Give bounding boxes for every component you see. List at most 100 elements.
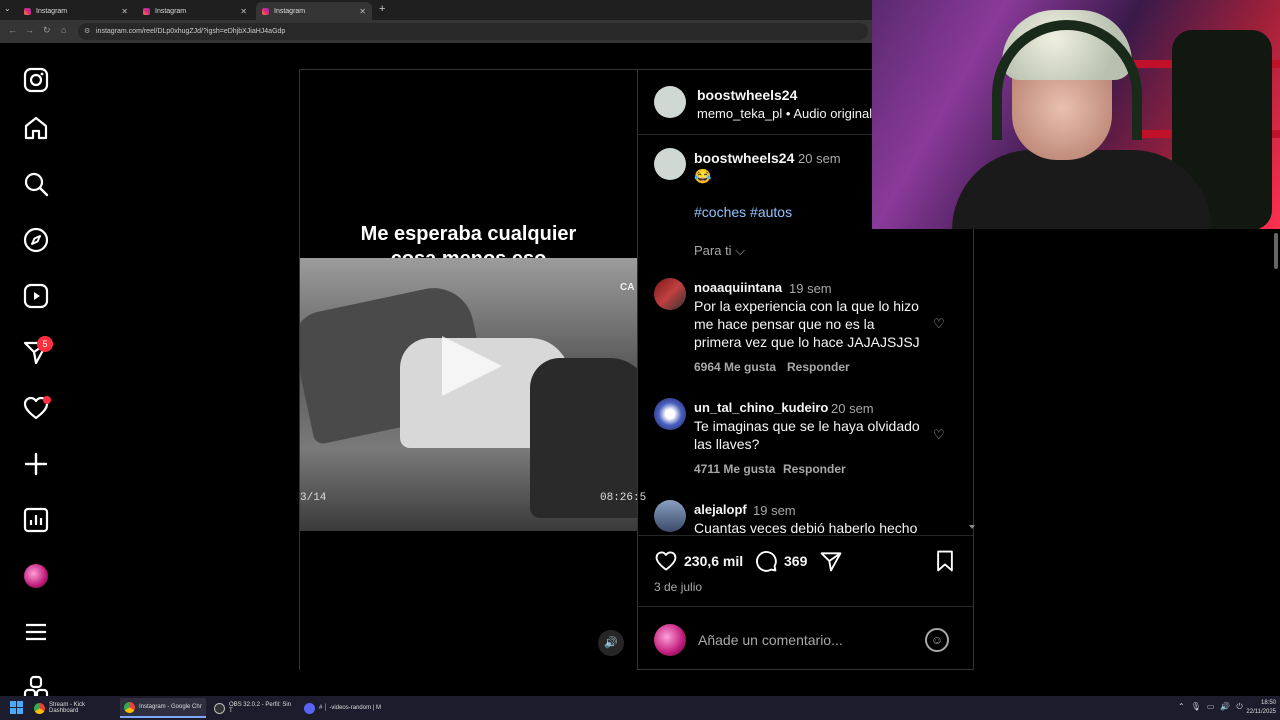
reels-icon[interactable]: [22, 282, 50, 310]
home-icon[interactable]: ⌂: [61, 25, 66, 35]
video-sign-text: CA: [620, 282, 635, 293]
para-ti-label: Para ti: [694, 243, 732, 258]
page-scrollbar-thumb[interactable]: [1274, 233, 1278, 269]
audio-user[interactable]: memo_teka_pl: [697, 106, 782, 121]
video-camera-stamp: 3/14: [300, 492, 327, 504]
browser-tab-active[interactable]: Instagram ✕: [256, 2, 372, 20]
more-menu-icon[interactable]: [22, 618, 50, 646]
dashboard-chart-icon[interactable]: [22, 506, 50, 534]
post-date[interactable]: 3 de julio: [654, 580, 702, 594]
comment-time: 20 sem: [831, 401, 874, 416]
close-tab-icon[interactable]: ✕: [121, 7, 128, 16]
emoji-picker-icon[interactable]: ☺: [925, 628, 949, 652]
comment-input-divider: [638, 606, 973, 607]
comments-count[interactable]: 369: [784, 553, 807, 569]
home-icon[interactable]: [22, 114, 50, 142]
chrome-icon: [34, 702, 45, 714]
comment-likes[interactable]: 4711 Me gusta: [694, 462, 775, 476]
tab-title: Instagram: [274, 7, 306, 15]
back-icon[interactable]: ←: [8, 25, 17, 35]
caption-emoji: 😂: [694, 168, 712, 184]
caption-time: 20 sem: [798, 151, 841, 166]
profile-avatar[interactable]: [24, 564, 48, 588]
windows-taskbar: Stream - Kick Dashboard Instagram - Goog…: [0, 696, 1280, 720]
video-camera-time: 08:26:5: [600, 492, 647, 504]
reload-icon[interactable]: ↻: [43, 25, 51, 36]
comment-likes[interactable]: 6964 Me gusta: [694, 360, 776, 374]
clock-date: 22/11/2025: [1246, 709, 1276, 715]
taskbar-item[interactable]: OBS 32.0.2 - Perfil: Sin T: [210, 698, 296, 718]
comment-time: 19 sem: [753, 503, 796, 518]
comment-text: Por la experiencia con la que lo hizo me…: [694, 298, 920, 350]
audio-line: memo_teka_pl • Audio original: [697, 106, 873, 121]
comment-time: 19 sem: [789, 281, 832, 296]
comment-avatar[interactable]: [654, 398, 686, 430]
create-plus-icon[interactable]: [22, 450, 50, 478]
comment-text: Te imaginas que se le haya olvidado las …: [694, 418, 920, 452]
address-bar: ← → ↻ ⌂ ⚙ instagram.com/reel/DLp0xhugZJd…: [0, 20, 872, 43]
chrome-icon: [124, 701, 135, 713]
video-caption-line: Me esperaba cualquier: [360, 223, 577, 245]
instagram-favicon-icon: [24, 7, 31, 15]
close-tab-icon[interactable]: ✕: [359, 7, 366, 16]
current-user-avatar: [654, 624, 686, 656]
messages-badge: 5: [37, 336, 53, 352]
caption-username[interactable]: boostwheels24: [694, 150, 794, 166]
taskbar-item-label: # │ -videos-random | M: [319, 705, 381, 711]
save-bookmark-icon[interactable]: [933, 549, 957, 573]
close-tab-icon[interactable]: ✕: [240, 7, 247, 16]
comment-reply-button[interactable]: Responder: [787, 360, 850, 374]
panel-divider: [637, 70, 638, 670]
author-username[interactable]: boostwheels24: [697, 87, 797, 103]
comment-like-icon[interactable]: ♡: [933, 316, 945, 332]
webcam-overlay: [872, 0, 1280, 229]
comment-avatar[interactable]: [654, 278, 686, 310]
scroll-down-arrow-icon[interactable]: [969, 525, 975, 529]
page-scrollbar[interactable]: [1272, 229, 1280, 696]
tab-title: Instagram: [36, 7, 68, 15]
instagram-favicon-icon: [143, 7, 150, 15]
forward-icon[interactable]: →: [25, 25, 34, 35]
site-info-icon[interactable]: ⚙: [84, 23, 90, 40]
comment-like-icon[interactable]: ♡: [933, 427, 945, 443]
instagram-logo-icon[interactable]: [22, 66, 50, 94]
browser-tab[interactable]: Instagram ✕: [137, 2, 253, 20]
author-avatar[interactable]: [654, 86, 686, 118]
chevron-down-icon: ⌵: [735, 243, 746, 258]
caption-avatar[interactable]: [654, 148, 686, 180]
comment-reply-button[interactable]: Responder: [783, 462, 846, 476]
caption-hashtags[interactable]: #coches #autos: [694, 204, 792, 220]
browser-tab-bar: ⌄ Instagram ✕ Instagram ✕ Instagram ✕ +: [0, 0, 872, 20]
play-icon[interactable]: [442, 336, 502, 396]
comments-scrollbar[interactable]: [966, 229, 975, 533]
system-clock[interactable]: 18:50 22/11/2025: [1246, 699, 1276, 717]
clock-time: 18:50: [1260, 700, 1276, 706]
taskbar-item[interactable]: Stream - Kick Dashboard: [30, 698, 116, 718]
comment-bubble-icon[interactable]: [754, 549, 778, 573]
system-tray-icons[interactable]: ⌃🎙▭🔊⏻: [1178, 702, 1249, 712]
like-heart-icon[interactable]: [654, 549, 678, 573]
search-icon[interactable]: [22, 170, 50, 198]
comment-text: Cuantas veces debió haberlo hecho: [694, 520, 918, 534]
new-tab-button[interactable]: +: [379, 3, 385, 15]
browser-tab[interactable]: Instagram ✕: [18, 2, 134, 20]
volume-icon[interactable]: 🔊: [598, 630, 624, 656]
add-comment-input[interactable]: Añade un comentario...: [698, 632, 843, 648]
audio-label[interactable]: Audio original: [793, 106, 872, 121]
explore-compass-icon[interactable]: [22, 226, 50, 254]
comment-username[interactable]: un_tal_chino_kudeiro: [694, 400, 828, 415]
likes-count[interactable]: 230,6 mil: [684, 553, 743, 569]
comment-username[interactable]: noaaquiintana: [694, 280, 782, 295]
url-field[interactable]: ⚙ instagram.com/reel/DLp0xhugZJd/?igsh=e…: [78, 23, 868, 40]
comment-username[interactable]: alejalopf: [694, 502, 747, 517]
share-send-icon[interactable]: [819, 549, 843, 573]
windows-start-icon[interactable]: [10, 701, 23, 714]
taskbar-item-active[interactable]: Instagram - Google Chr: [120, 698, 206, 718]
tab-title: Instagram: [155, 7, 187, 15]
para-ti-dropdown[interactable]: Para ti ⌵: [694, 243, 745, 259]
instagram-favicon-icon: [262, 7, 269, 15]
taskbar-item[interactable]: # │ -videos-random | M: [300, 698, 386, 718]
comment-avatar[interactable]: [654, 500, 686, 532]
webcam-person-body: [952, 150, 1212, 229]
tab-search-icon[interactable]: ⌄: [4, 4, 11, 13]
